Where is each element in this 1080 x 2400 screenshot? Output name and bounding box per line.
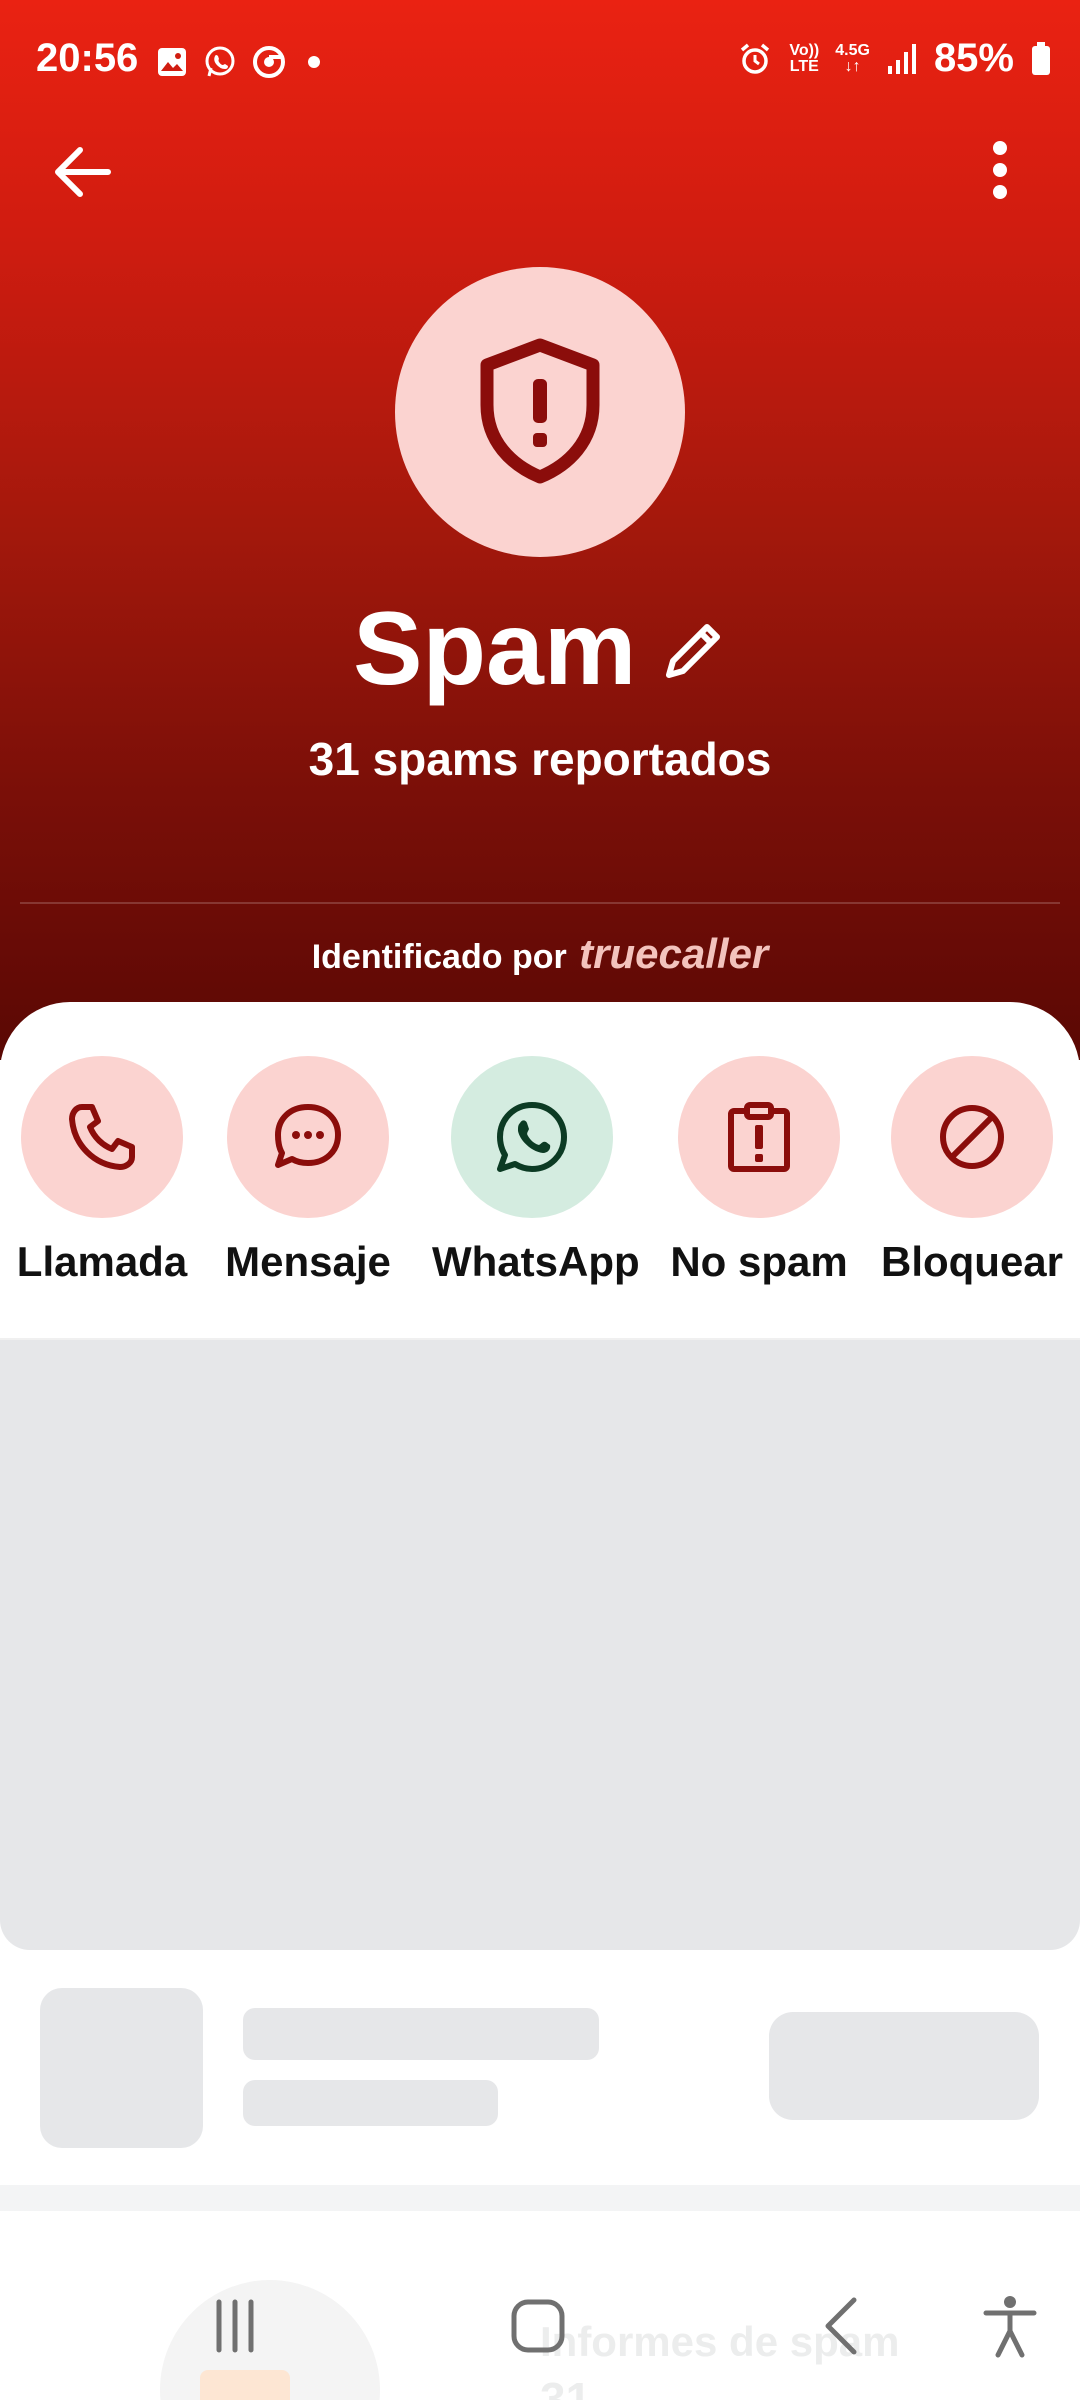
skeleton-line bbox=[243, 2080, 498, 2126]
spam-count-text: 31 spams reportados bbox=[308, 733, 772, 785]
notification-icons bbox=[156, 44, 328, 80]
block-icon bbox=[940, 1105, 1004, 1169]
accessibility-icon bbox=[983, 2296, 1037, 2358]
action-label: Mensaje bbox=[225, 1238, 391, 1285]
volte-top-text: Vo)) bbox=[789, 41, 820, 59]
action-message[interactable]: Mensaje bbox=[208, 1056, 408, 1286]
chrome-icon bbox=[253, 46, 285, 78]
skeleton-line bbox=[243, 2008, 599, 2060]
data-arrows: ↓↑ bbox=[844, 57, 861, 75]
more-options-button[interactable] bbox=[960, 136, 1040, 208]
home-button[interactable] bbox=[498, 2286, 578, 2366]
action-label: No spam bbox=[670, 1238, 848, 1285]
whatsapp-button[interactable] bbox=[451, 1056, 613, 1218]
message-icon bbox=[275, 1104, 341, 1168]
status-time: 20:56 bbox=[36, 36, 139, 80]
loading-placeholder bbox=[0, 1340, 1080, 1950]
volte-icon: Vo)) LTE bbox=[789, 41, 820, 75]
pencil-icon bbox=[665, 623, 720, 678]
back-icon bbox=[825, 2297, 857, 2355]
not-spam-button[interactable] bbox=[678, 1056, 840, 1218]
navigation-bar bbox=[0, 2250, 1080, 2400]
clipboard-alert-icon bbox=[728, 1102, 790, 1172]
identified-prefix: Identificado por bbox=[311, 938, 567, 976]
call-button[interactable] bbox=[21, 1056, 183, 1218]
action-label: Bloquear bbox=[880, 1238, 1064, 1285]
contact-name: Spam bbox=[353, 591, 637, 707]
action-label: WhatsApp bbox=[432, 1238, 640, 1285]
title-row: Spam bbox=[0, 590, 1080, 709]
nav-back-button[interactable] bbox=[802, 2286, 882, 2366]
whatsapp-icon bbox=[205, 46, 235, 77]
recent-apps-button[interactable] bbox=[195, 2286, 275, 2366]
section-divider bbox=[0, 2185, 1080, 2211]
battery-percent: 85% bbox=[933, 36, 1014, 80]
action-block[interactable]: Bloquear bbox=[872, 1056, 1072, 1286]
action-label: Llamada bbox=[16, 1238, 188, 1285]
arrow-left-icon bbox=[55, 147, 111, 197]
header: 20:56 Vo)) LTE 4.5G ↓↑ 85% Spam 31 spams… bbox=[0, 0, 1080, 1060]
alarm-icon bbox=[741, 43, 770, 74]
identified-by: Identificado por truecaller bbox=[0, 930, 1080, 978]
action-call[interactable]: Llamada bbox=[2, 1056, 202, 1286]
phone-icon bbox=[69, 1104, 135, 1170]
accessibility-button[interactable] bbox=[970, 2286, 1050, 2366]
header-divider bbox=[20, 902, 1060, 904]
skeleton-button bbox=[769, 2012, 1039, 2120]
back-button[interactable] bbox=[46, 136, 118, 208]
battery-icon bbox=[1032, 41, 1050, 75]
status-bar: 20:56 Vo)) LTE 4.5G ↓↑ 85% bbox=[0, 0, 1080, 120]
actions-card: Llamada Mensaje WhatsApp No spam Bloquea… bbox=[0, 1002, 1080, 1338]
status-right: Vo)) LTE 4.5G ↓↑ 85% bbox=[737, 36, 1052, 81]
dot-icon bbox=[308, 56, 320, 68]
edit-name-button[interactable] bbox=[661, 617, 727, 683]
gallery-icon bbox=[158, 48, 186, 76]
action-whatsapp[interactable]: WhatsApp bbox=[432, 1056, 640, 1286]
data-label: 4.5G bbox=[835, 41, 870, 59]
recent-apps-icon bbox=[216, 2299, 254, 2353]
block-button[interactable] bbox=[891, 1056, 1053, 1218]
volte-bottom-text: LTE bbox=[789, 57, 819, 75]
home-icon bbox=[511, 2299, 565, 2353]
data-4g-icon: 4.5G ↓↑ bbox=[835, 41, 870, 75]
message-button[interactable] bbox=[227, 1056, 389, 1218]
truecaller-logo: truecaller bbox=[579, 930, 769, 977]
shield-alert-icon bbox=[480, 338, 600, 484]
skeleton-thumbnail bbox=[40, 1988, 203, 2148]
whatsapp-icon bbox=[497, 1102, 567, 1172]
signal-icon bbox=[887, 43, 916, 74]
action-not-spam[interactable]: No spam bbox=[659, 1056, 859, 1286]
contact-avatar bbox=[395, 267, 685, 557]
more-vertical-icon bbox=[993, 141, 1007, 199]
